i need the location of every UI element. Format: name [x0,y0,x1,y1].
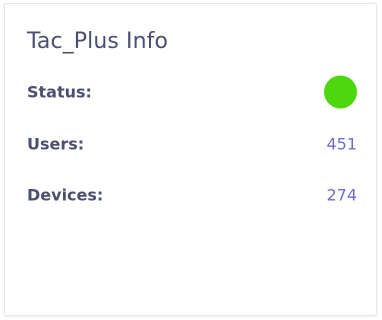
devices-label: Devices: [27,185,104,205]
card-title: Tac_Plus Info [27,29,169,54]
users-label: Users: [27,134,85,154]
status-label: Status: [27,82,92,102]
devices-count[interactable]: 274 [326,186,357,205]
devices-row: Devices: 274 [27,180,357,210]
users-row: Users: 451 [27,129,357,159]
status-row: Status: [27,75,357,109]
tacplus-info-card: Tac_Plus Info Status: Users: 451 Devices… [4,3,377,316]
status-indicator-icon [324,75,357,109]
users-count[interactable]: 451 [326,135,357,154]
